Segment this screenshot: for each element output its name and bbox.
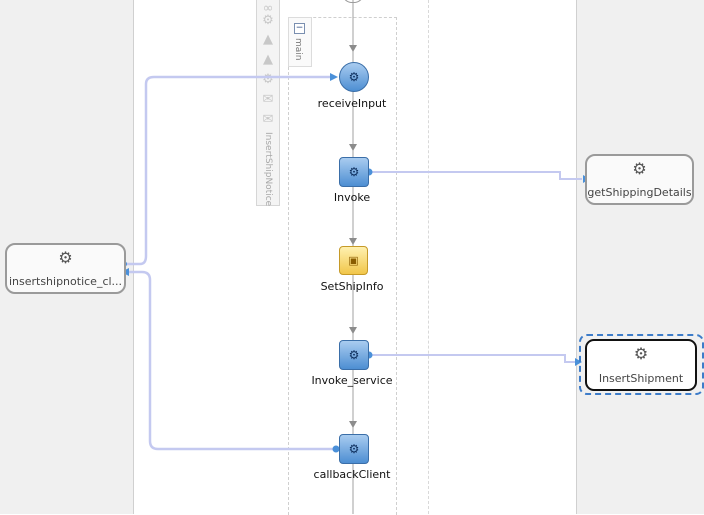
callback-client-icon[interactable]: ⚙ (339, 434, 369, 464)
insert-shipment-label: InsertShipment (598, 372, 684, 385)
wire-client-to-receive (124, 75, 330, 266)
receive-input-icon[interactable]: ⚙ (339, 62, 369, 92)
assign-icon[interactable]: ▣ (339, 246, 368, 275)
invoke-label[interactable]: Invoke (302, 191, 402, 204)
flow-arrow (349, 327, 357, 334)
gear-icon: ⚙ (58, 248, 73, 267)
client-partner-link[interactable]: ⚙ insertshipnotice_cl... (5, 243, 126, 294)
flow-arrow (349, 238, 357, 245)
invoke-service-label[interactable]: Invoke_service (302, 374, 402, 387)
wire-callback-to-client (128, 270, 337, 451)
invoke-icon[interactable]: ⚙ (339, 157, 369, 187)
flow-arrow (349, 45, 357, 52)
gear-icon: ⚙ (633, 344, 649, 363)
invoke-service-icon[interactable]: ⚙ (339, 340, 369, 370)
callback-client-label[interactable]: callbackClient (302, 468, 402, 481)
insert-shipment-partner-link[interactable]: ⚙ InsertShipment (585, 339, 697, 391)
receive-input-label[interactable]: receiveInput (302, 97, 402, 110)
wire-invoke-to-shipping (370, 171, 582, 180)
flow-arrow (349, 421, 357, 428)
setshipinfo-label[interactable]: SetShipInfo (302, 280, 402, 293)
shipping-details-partner-link[interactable]: ⚙ getShippingDetails (585, 154, 694, 205)
wire-arrowhead (330, 73, 338, 81)
wire-invokeservice-to-insert (370, 354, 575, 363)
client-partner-label: insertshipnotice_cl... (8, 275, 123, 288)
flow-arrow (349, 144, 357, 151)
gear-icon: ⚙ (632, 159, 647, 178)
shipping-details-label: getShippingDetails (587, 186, 692, 199)
